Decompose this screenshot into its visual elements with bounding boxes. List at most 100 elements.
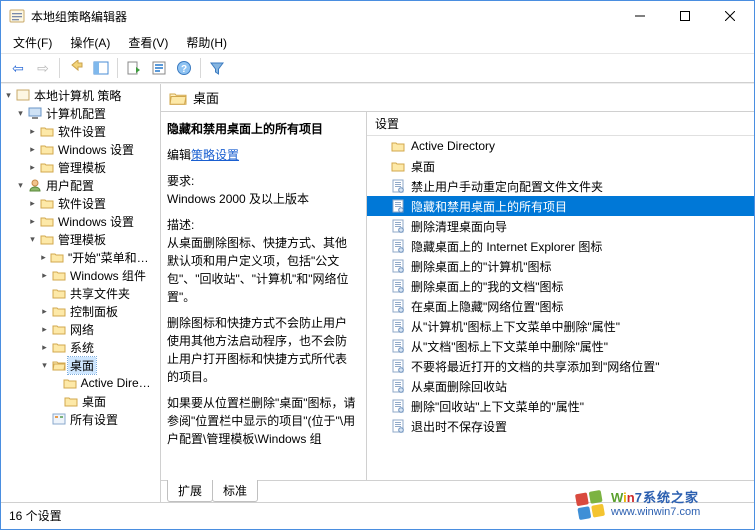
list-item[interactable]: 从"文档"图标上下文菜单中删除"属性" xyxy=(367,336,754,356)
list-item-label: 删除"回收站"上下文菜单的"属性" xyxy=(411,398,584,415)
list-item-label: 隐藏和禁用桌面上的所有项目 xyxy=(411,198,567,215)
list-item[interactable]: 删除"回收站"上下文菜单的"属性" xyxy=(367,396,754,416)
list-item[interactable]: 从"计算机"图标上下文菜单中删除"属性" xyxy=(367,316,754,336)
list-item-label: 不要将最近打开的文档的共享添加到"网络位置" xyxy=(411,358,660,375)
setting-icon xyxy=(391,239,405,253)
folder-icon xyxy=(52,322,66,336)
tree-windows[interactable]: Windows 设置 xyxy=(56,141,136,158)
nav-tree[interactable]: ▾本地计算机 策略 ▾计算机配置 ▸软件设置 ▸Windows 设置 ▸管理模板… xyxy=(1,84,161,502)
list-item[interactable]: 从桌面删除回收站 xyxy=(367,376,754,396)
separator xyxy=(59,58,60,78)
folder-icon xyxy=(40,160,54,174)
setting-title: 隐藏和禁用桌面上的所有项目 xyxy=(167,120,358,138)
refresh-button[interactable] xyxy=(148,57,170,79)
maximize-button[interactable] xyxy=(662,2,707,30)
tree-windows2[interactable]: Windows 设置 xyxy=(56,213,136,230)
up-button[interactable] xyxy=(65,57,87,79)
tree-startmenu[interactable]: "开始"菜单和任务栏 xyxy=(66,249,156,266)
tree-desktop-sub[interactable]: 桌面 xyxy=(80,393,108,410)
tree-admin-tpl2[interactable]: 管理模板 xyxy=(56,231,108,248)
setting-icon xyxy=(391,299,405,313)
req-label: 要求: xyxy=(167,174,194,188)
list-item[interactable]: 删除桌面上的"我的文档"图标 xyxy=(367,276,754,296)
list-item-label: 隐藏桌面上的 Internet Explorer 图标 xyxy=(411,238,602,255)
setting-icon xyxy=(391,359,405,373)
folder-icon xyxy=(40,214,54,228)
tree-software2[interactable]: 软件设置 xyxy=(56,195,108,212)
list-item-label: 从"计算机"图标上下文菜单中删除"属性" xyxy=(411,318,620,335)
client-area: ▾本地计算机 策略 ▾计算机配置 ▸软件设置 ▸Windows 设置 ▸管理模板… xyxy=(1,83,754,502)
setting-icon xyxy=(391,339,405,353)
list-item[interactable]: 隐藏桌面上的 Internet Explorer 图标 xyxy=(367,236,754,256)
help-button[interactable]: ? xyxy=(173,57,195,79)
list-item-label: 删除桌面上的"计算机"图标 xyxy=(411,258,552,275)
setting-icon xyxy=(391,379,405,393)
menu-help[interactable]: 帮助(H) xyxy=(178,32,235,53)
folder-icon xyxy=(40,196,54,210)
tree-admin-tpl[interactable]: 管理模板 xyxy=(56,159,108,176)
folder-icon xyxy=(64,394,78,408)
app-icon xyxy=(9,8,25,24)
all-settings-icon xyxy=(52,412,66,426)
list-item[interactable]: 隐藏和禁用桌面上的所有项目 xyxy=(367,196,754,216)
tree-wincomp[interactable]: Windows 组件 xyxy=(68,267,148,284)
folder-icon xyxy=(63,376,77,390)
settings-list: 设置 Active Directory 桌面禁止用户手动重定向配置文件文件夹隐藏和… xyxy=(366,112,754,480)
tree-desktop[interactable]: 桌面 xyxy=(68,357,96,374)
close-button[interactable] xyxy=(707,2,752,30)
pane-title: 桌面 xyxy=(193,88,219,107)
tree-ad[interactable]: Active Directory xyxy=(79,376,156,390)
filter-button[interactable] xyxy=(206,57,228,79)
separator xyxy=(117,58,118,78)
view-tabs: 扩展 标准 xyxy=(161,480,754,502)
tree-computer-cfg[interactable]: 计算机配置 xyxy=(44,105,108,122)
list-item-label: 禁止用户手动重定向配置文件文件夹 xyxy=(411,178,603,195)
list-item[interactable]: Active Directory xyxy=(367,136,754,156)
right-pane: 桌面 隐藏和禁用桌面上的所有项目 编辑策略设置 要求:Windows 2000 … xyxy=(161,84,754,502)
window-title: 本地组策略编辑器 xyxy=(31,8,617,25)
status-bar: 16 个设置 xyxy=(1,502,754,528)
list-item[interactable]: 删除桌面上的"计算机"图标 xyxy=(367,256,754,276)
setting-icon xyxy=(391,279,405,293)
tree-allsettings[interactable]: 所有设置 xyxy=(68,411,120,428)
folder-icon xyxy=(52,268,66,282)
policy-icon xyxy=(16,88,30,102)
tree-software[interactable]: 软件设置 xyxy=(56,123,108,140)
minimize-button[interactable] xyxy=(617,2,662,30)
list-item[interactable]: 桌面 xyxy=(367,156,754,176)
tree-shared[interactable]: 共享文件夹 xyxy=(68,285,132,302)
show-hide-tree-button[interactable] xyxy=(90,57,112,79)
export-button[interactable] xyxy=(123,57,145,79)
list-item[interactable]: 删除清理桌面向导 xyxy=(367,216,754,236)
tree-user-cfg[interactable]: 用户配置 xyxy=(44,177,96,194)
back-button[interactable]: ⇦ xyxy=(7,57,29,79)
list-body[interactable]: Active Directory 桌面禁止用户手动重定向配置文件文件夹隐藏和禁用桌… xyxy=(367,136,754,480)
menu-action[interactable]: 操作(A) xyxy=(62,32,118,53)
folder-icon xyxy=(40,232,54,246)
list-item[interactable]: 不要将最近打开的文档的共享添加到"网络位置" xyxy=(367,356,754,376)
tree-system[interactable]: 系统 xyxy=(68,339,96,356)
list-item[interactable]: 退出时不保存设置 xyxy=(367,416,754,436)
tab-standard[interactable]: 标准 xyxy=(212,480,258,502)
list-item[interactable]: 在桌面上隐藏"网络位置"图标 xyxy=(367,296,754,316)
list-item-label: Active Directory xyxy=(411,139,495,153)
list-item-label: 桌面 xyxy=(411,158,435,175)
list-item-label: 退出时不保存设置 xyxy=(411,418,507,435)
pane-header: 桌面 xyxy=(161,84,754,112)
edit-policy-link[interactable]: 策略设置 xyxy=(191,148,239,162)
setting-icon xyxy=(391,399,405,413)
toolbar: ⇦ ⇨ ? xyxy=(1,53,754,83)
column-header[interactable]: 设置 xyxy=(367,112,754,136)
tab-extended[interactable]: 扩展 xyxy=(167,480,213,502)
menu-file[interactable]: 文件(F) xyxy=(5,32,60,53)
tree-root[interactable]: 本地计算机 策略 xyxy=(32,87,123,104)
folder-icon xyxy=(391,159,405,173)
list-item-label: 删除清理桌面向导 xyxy=(411,218,507,235)
list-item[interactable]: 禁止用户手动重定向配置文件文件夹 xyxy=(367,176,754,196)
tree-network[interactable]: 网络 xyxy=(68,321,96,338)
folder-icon xyxy=(40,142,54,156)
folder-open-icon xyxy=(169,90,187,106)
folder-icon xyxy=(52,286,66,300)
menu-view[interactable]: 查看(V) xyxy=(120,32,176,53)
tree-cpanel[interactable]: 控制面板 xyxy=(68,303,120,320)
